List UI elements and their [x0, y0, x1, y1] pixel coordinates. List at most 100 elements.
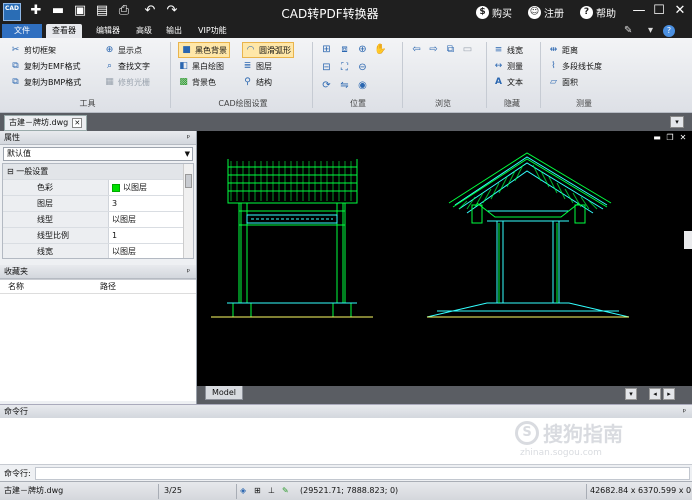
model-tab[interactable]: Model — [205, 386, 244, 400]
pin-icon[interactable]: ᵖ — [187, 265, 190, 279]
copy-emf-label: 复制为EMF格式 — [24, 61, 81, 71]
user-icon: ☺ — [528, 6, 541, 19]
drawing-canvas[interactable]: ▬ ❐ ✕ — [197, 131, 692, 386]
properties-dropdown[interactable]: 默认值 ▼ — [3, 147, 193, 161]
distance-button[interactable]: ⇹ 距离 — [548, 42, 602, 58]
help-link[interactable]: ? 帮助 — [580, 5, 616, 20]
status-coordinates: (29521.71; 7888.823; 0) — [300, 486, 399, 495]
scroll-thumb[interactable] — [185, 174, 192, 188]
undo-icon[interactable]: ↶ — [142, 3, 158, 19]
pan-hand-icon[interactable]: ✋ — [374, 43, 387, 56]
menu-tab-vip[interactable]: VIP功能 — [192, 24, 233, 38]
trim-raster-button[interactable]: ▦ 修剪光栅 — [104, 74, 150, 90]
copy-bmp-button[interactable]: ⧉ 复制为BMP格式 — [10, 74, 81, 90]
pin-icon[interactable]: ᵖ — [683, 405, 686, 418]
zoom-in-icon[interactable]: ⊕ — [356, 43, 369, 56]
scroll-left-icon[interactable]: ◂ — [649, 388, 661, 400]
property-row[interactable]: 线型比例 1 — [3, 228, 193, 244]
grid-icon[interactable]: ⊞ — [254, 482, 261, 500]
new-icon[interactable]: ✚ — [28, 3, 44, 19]
line-width-button[interactable]: ≡ 线宽 — [493, 42, 523, 58]
property-key: 线型比例 — [3, 228, 109, 243]
menu-tab-viewer[interactable]: 查看器 — [46, 24, 82, 38]
mirror-icon[interactable]: ⇋ — [338, 79, 351, 92]
layout-dropdown-icon[interactable]: ▾ — [625, 388, 637, 400]
redo-icon[interactable]: ↷ — [164, 3, 180, 19]
pin-icon[interactable]: ᵖ — [187, 131, 190, 145]
zoom-select-icon[interactable]: ⧈ — [338, 43, 351, 56]
back-arrow-icon[interactable]: ⇦ — [410, 43, 423, 56]
fit-icon[interactable]: ⊟ — [320, 61, 333, 74]
scroll-right-icon[interactable]: ▸ — [663, 388, 675, 400]
property-row[interactable]: 线宽 以图层 — [3, 244, 193, 258]
show-points-button[interactable]: ⊕ 显示点 — [104, 42, 150, 58]
open-folder-icon[interactable]: ▬ — [50, 3, 66, 19]
tab-list-dropdown-icon[interactable]: ▾ — [670, 116, 684, 128]
column-path[interactable]: 路径 — [92, 280, 116, 293]
structure-button[interactable]: ⚲ 结构 — [242, 74, 294, 90]
logo-text: CAD — [4, 5, 20, 12]
minimize-button[interactable]: — — [630, 3, 648, 19]
layers-button[interactable]: ≣ 图层 — [242, 58, 294, 74]
property-row[interactable]: 图层 3 — [3, 196, 193, 212]
property-value[interactable]: 3 — [109, 196, 193, 211]
page-icon[interactable]: ▭ — [461, 43, 474, 56]
watermark: S 搜狗指南 — [515, 418, 623, 447]
property-value[interactable]: 以图层 — [109, 212, 193, 227]
canvas-vscroll-thumb[interactable] — [684, 231, 692, 249]
forward-arrow-icon[interactable]: ⇨ — [427, 43, 440, 56]
clip-frame-button[interactable]: ✂ 剪切框架 — [10, 42, 81, 58]
info-help-icon[interactable]: ? — [663, 25, 675, 37]
document-tab-label: 古建－牌坊.dwg — [9, 118, 69, 127]
close-button[interactable]: ✕ — [671, 3, 689, 19]
snap-icon[interactable]: ◈ — [240, 482, 246, 500]
left-elevation-details — [211, 214, 373, 318]
title-bar: CAD ✚ ▬ ▣ ▤ ⎙ ↶ ↷ CAD转PDF转换器 $ 购买 ☺ 注册 ? 帮助… — [0, 0, 692, 24]
maximize-button[interactable]: ☐ — [650, 3, 668, 19]
save-as-icon[interactable]: ▤ — [94, 3, 110, 19]
view-3d-icon[interactable]: ◉ — [356, 79, 369, 92]
properties-scrollbar[interactable] — [183, 164, 193, 258]
open-external-icon[interactable]: ⧉ — [444, 43, 457, 56]
property-key: 线型 — [3, 212, 109, 227]
property-category[interactable]: ⊟ 一般设置 — [3, 164, 193, 180]
document-tab[interactable]: 古建－牌坊.dwg ✕ — [4, 115, 88, 131]
text-button[interactable]: A 文本 — [493, 74, 523, 90]
smooth-arc-button[interactable]: ◠ 圆滑弧形 — [242, 42, 294, 58]
save-icon[interactable]: ▣ — [72, 3, 88, 19]
buy-link[interactable]: $ 购买 — [476, 5, 512, 20]
zoom-window-icon[interactable]: ⊞ — [320, 43, 333, 56]
chevron-down-icon: ▼ — [184, 150, 190, 158]
menu-tab-editor[interactable]: 编辑器 — [90, 24, 126, 38]
command-input[interactable] — [34, 466, 690, 480]
background-color-button[interactable]: ▩ 背景色 — [178, 74, 230, 90]
edit-icon[interactable]: ✎ — [282, 482, 289, 500]
dimension-button[interactable]: ↔ 测量 — [493, 58, 523, 74]
menu-tab-output[interactable]: 输出 — [160, 24, 188, 38]
find-text-button[interactable]: ⌕ 查找文字 — [104, 58, 150, 74]
ortho-icon[interactable]: ⊥ — [268, 482, 275, 500]
left-elevation — [227, 159, 358, 318]
menu-tab-advanced[interactable]: 高级 — [130, 24, 158, 38]
close-tab-icon[interactable]: ✕ — [72, 118, 83, 128]
property-value[interactable]: 1 — [109, 228, 193, 243]
style-icon[interactable]: ✎ — [624, 25, 636, 37]
zoom-out-icon[interactable]: ⊖ — [356, 61, 369, 74]
copy-emf-button[interactable]: ⧉ 复制为EMF格式 — [10, 58, 81, 74]
print-icon[interactable]: ⎙ — [116, 3, 132, 19]
extents-icon[interactable]: ⛶ — [338, 61, 351, 74]
bw-drawing-button[interactable]: ◧ 黑白绘图 — [178, 58, 230, 74]
property-value[interactable]: 以图层 — [109, 180, 193, 195]
property-row[interactable]: 色彩 以图层 — [3, 180, 193, 196]
property-row[interactable]: 线型 以图层 — [3, 212, 193, 228]
dropdown-icon[interactable]: ▾ — [648, 25, 660, 37]
register-link[interactable]: ☺ 注册 — [528, 5, 564, 20]
area-button[interactable]: ▱ 面积 — [548, 74, 602, 90]
black-background-button[interactable]: ■ 黑色背景 — [178, 42, 230, 58]
property-value[interactable]: 以图层 — [109, 244, 193, 258]
polyline-length-button[interactable]: ⌇ 多段线长度 — [548, 58, 602, 74]
column-name[interactable]: 名称 — [0, 280, 92, 293]
right-section — [426, 156, 630, 318]
rotate-icon[interactable]: ⟳ — [320, 79, 333, 92]
menu-file[interactable]: 文件 — [2, 24, 42, 38]
